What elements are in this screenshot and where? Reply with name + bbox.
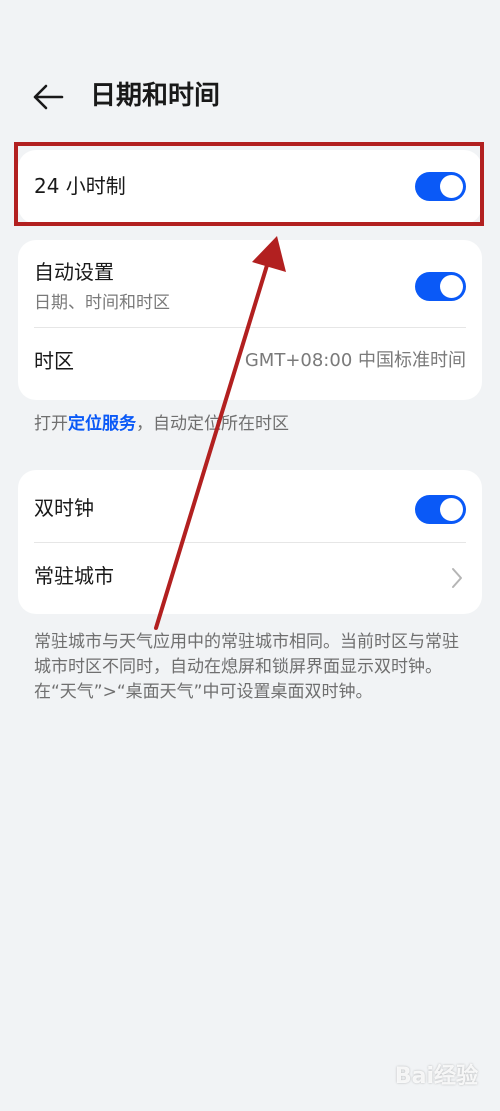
hour24-label: 24 小时制 [34, 174, 126, 198]
dual-clock-label: 双时钟 [34, 496, 94, 520]
auto-settings-card: 自动设置 日期、时间和时区 时区 GMT+08:00 中国标准时间 [18, 240, 482, 400]
watermark-logo: Bai经验 [394, 1064, 478, 1089]
dual-clock-card: 双时钟 常驻城市 [18, 470, 482, 614]
app-header: 日期和时间 [0, 62, 500, 132]
hour24-row[interactable]: 24 小时制 [18, 150, 482, 224]
auto-set-toggle[interactable] [415, 272, 466, 301]
auto-set-sublabel: 日期、时间和时区 [34, 293, 170, 313]
hour24-toggle[interactable] [415, 172, 466, 201]
location-service-link[interactable]: 定位服务 [68, 414, 136, 434]
chevron-right-icon [452, 568, 462, 588]
back-button[interactable] [26, 77, 70, 117]
toggle-knob [440, 175, 463, 198]
auto-set-label: 自动设置 [34, 260, 114, 284]
dual-clock-row[interactable]: 双时钟 [18, 470, 482, 542]
auto-set-row[interactable]: 自动设置 日期、时间和时区 [18, 240, 482, 326]
dual-clock-toggle[interactable] [415, 495, 466, 524]
home-city-row[interactable]: 常驻城市 [18, 543, 482, 614]
back-arrow-icon [33, 84, 64, 110]
timezone-value: GMT+08:00 中国标准时间 [244, 350, 466, 371]
location-hint-prefix: 打开 [34, 414, 68, 434]
hour24-card: 24 小时制 [18, 150, 482, 224]
toggle-knob [440, 498, 463, 521]
dual-clock-hint: 常驻城市与天气应用中的常驻城市相同。当前时区与常驻城市时区不同时，自动在熄屏和锁… [34, 632, 459, 702]
location-hint: 打开定位服务，自动定位所在时区 [34, 412, 474, 437]
timezone-label: 时区 [34, 349, 74, 373]
page-title: 日期和时间 [90, 81, 221, 111]
location-hint-suffix: ，自动定位所在时区 [136, 414, 289, 434]
toggle-knob [440, 275, 463, 298]
timezone-row[interactable]: 时区 GMT+08:00 中国标准时间 [18, 328, 482, 400]
home-city-label: 常驻城市 [34, 564, 114, 588]
